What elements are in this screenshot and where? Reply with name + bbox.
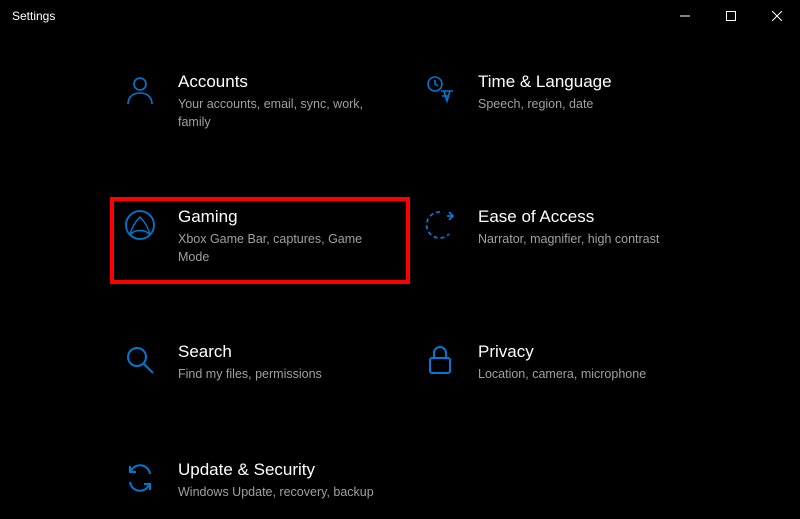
gaming-icon	[122, 207, 158, 243]
category-title: Update & Security	[178, 460, 398, 480]
category-title: Gaming	[178, 207, 398, 227]
category-title: Time & Language	[478, 72, 698, 92]
category-desc: Find my files, permissions	[178, 366, 378, 384]
window-controls	[662, 0, 800, 32]
category-desc: Location, camera, microphone	[478, 366, 678, 384]
category-search[interactable]: Search Find my files, permissions	[110, 332, 410, 402]
category-title: Privacy	[478, 342, 698, 362]
category-privacy[interactable]: Privacy Location, camera, microphone	[410, 332, 710, 402]
category-title: Search	[178, 342, 398, 362]
category-gaming[interactable]: Gaming Xbox Game Bar, captures, Game Mod…	[110, 197, 410, 284]
time-language-icon	[422, 72, 458, 108]
close-button[interactable]	[754, 0, 800, 32]
accounts-icon	[122, 72, 158, 108]
category-time-language[interactable]: Time & Language Speech, region, date	[410, 62, 710, 149]
category-desc: Xbox Game Bar, captures, Game Mode	[178, 231, 378, 266]
category-ease-of-access[interactable]: Ease of Access Narrator, magnifier, high…	[410, 197, 710, 284]
category-desc: Speech, region, date	[478, 96, 678, 114]
titlebar: Settings	[0, 0, 800, 32]
window-title: Settings	[12, 9, 55, 23]
category-title: Accounts	[178, 72, 398, 92]
ease-of-access-icon	[422, 207, 458, 243]
update-security-icon	[122, 460, 158, 496]
privacy-icon	[422, 342, 458, 378]
category-title: Ease of Access	[478, 207, 698, 227]
minimize-button[interactable]	[662, 0, 708, 32]
category-desc: Windows Update, recovery, backup	[178, 484, 378, 502]
category-desc: Narrator, magnifier, high contrast	[478, 231, 678, 249]
settings-categories: Accounts Your accounts, email, sync, wor…	[0, 32, 800, 519]
category-desc: Your accounts, email, sync, work, family	[178, 96, 378, 131]
category-accounts[interactable]: Accounts Your accounts, email, sync, wor…	[110, 62, 410, 149]
maximize-button[interactable]	[708, 0, 754, 32]
search-icon	[122, 342, 158, 378]
